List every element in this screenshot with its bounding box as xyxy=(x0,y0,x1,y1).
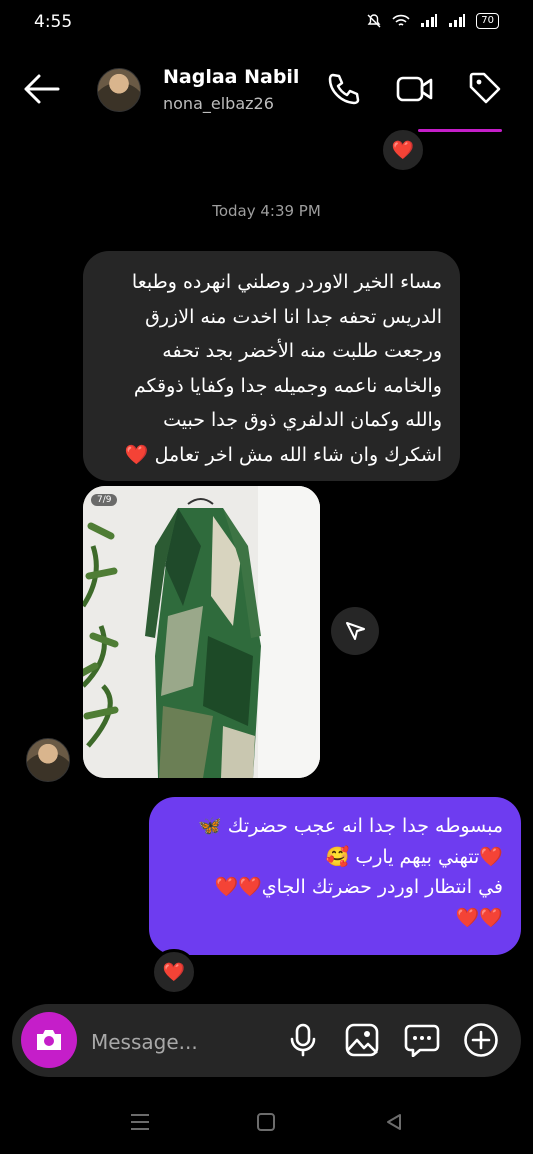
contact-name[interactable]: Naglaa Nabil xyxy=(163,66,299,88)
menu-icon xyxy=(131,1114,149,1130)
outgoing-line: في انتظار اوردر حضرتك الجاي❤️❤️ xyxy=(214,876,503,898)
nav-menu-button[interactable] xyxy=(125,1107,155,1137)
contact-username[interactable]: nona_elbaz26 xyxy=(163,94,274,113)
nav-home-button[interactable] xyxy=(251,1107,281,1137)
camera-icon xyxy=(37,1030,61,1050)
voice-message-button[interactable] xyxy=(284,1021,322,1059)
gallery-button[interactable] xyxy=(343,1021,381,1059)
nav-back-button[interactable] xyxy=(379,1107,409,1137)
shared-photo[interactable]: 7/9 xyxy=(83,486,320,778)
plus-circle-icon xyxy=(464,1023,498,1057)
video-camera-icon xyxy=(396,76,433,102)
home-square-icon xyxy=(257,1113,275,1131)
signal-icon-2 xyxy=(449,14,466,27)
send-icon xyxy=(346,622,365,640)
microphone-icon xyxy=(290,1023,316,1057)
tag-icon xyxy=(469,72,501,104)
wifi-icon xyxy=(392,14,410,26)
outgoing-line: ❤️تتهني بيهم يارب 🥰 xyxy=(325,845,503,868)
more-actions-button[interactable] xyxy=(462,1021,500,1059)
status-icons: 70 xyxy=(366,13,499,29)
status-bar: 4:55 70 xyxy=(0,0,533,48)
message-timestamp: Today 4:39 PM xyxy=(212,202,321,220)
sticker-button[interactable] xyxy=(403,1021,441,1059)
back-triangle-icon xyxy=(387,1114,401,1130)
incoming-message-bubble[interactable]: مساء الخير الاوردر وصلني انهرده وطبعا ال… xyxy=(83,251,460,481)
message-reaction[interactable]: ❤️ xyxy=(151,949,197,995)
tag-button[interactable] xyxy=(467,70,503,110)
back-button[interactable] xyxy=(22,72,60,110)
battery-indicator: 70 xyxy=(476,13,499,29)
dress-photo-image xyxy=(83,486,320,778)
sender-avatar[interactable] xyxy=(26,738,70,782)
camera-button[interactable] xyxy=(21,1012,77,1068)
avatar[interactable] xyxy=(97,68,141,112)
outgoing-line: مبسوطه جدا جدا انه عجب حضرتك 🦋 xyxy=(198,815,503,837)
share-button[interactable] xyxy=(331,607,379,655)
outgoing-line: ❤️❤️ xyxy=(455,906,503,929)
phone-icon xyxy=(328,73,360,105)
outgoing-message-bubble[interactable]: مبسوطه جدا جدا انه عجب حضرتك 🦋 ❤️تتهني ب… xyxy=(149,797,521,955)
signal-icon xyxy=(421,14,438,27)
message-input[interactable] xyxy=(89,1022,283,1062)
status-time: 4:55 xyxy=(34,12,73,32)
photo-counter: 7/9 xyxy=(91,494,118,506)
video-call-button[interactable] xyxy=(396,72,434,110)
message-reaction[interactable]: ❤️ xyxy=(380,127,426,173)
chat-bubble-icon xyxy=(404,1024,440,1057)
accent-underline xyxy=(418,129,502,132)
voice-call-button[interactable] xyxy=(326,72,360,110)
back-arrow-icon xyxy=(24,74,60,104)
mute-icon xyxy=(367,14,381,28)
image-icon xyxy=(345,1023,379,1057)
